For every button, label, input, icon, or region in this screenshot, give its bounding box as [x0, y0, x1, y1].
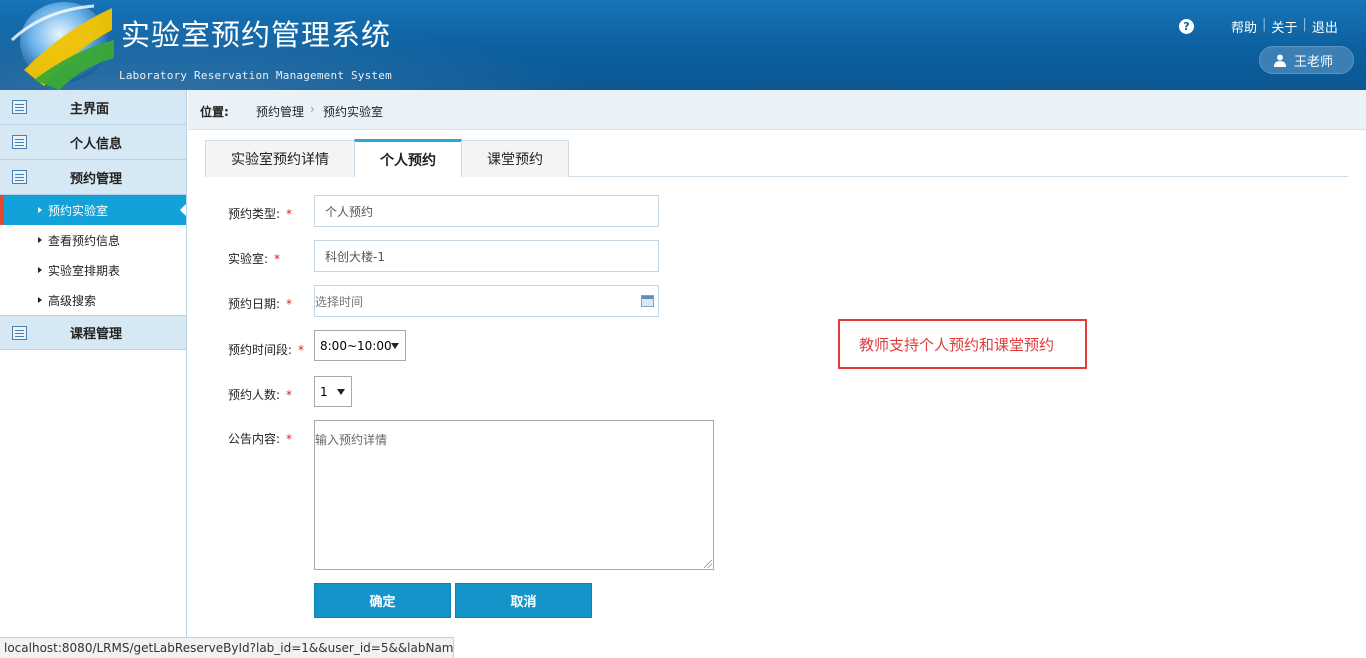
sidebar-subitem-label: 高级搜索: [48, 293, 97, 308]
reservation-type-field[interactable]: 个人预约: [314, 195, 659, 227]
list-icon: [12, 135, 27, 149]
user-menu-button[interactable]: 王老师: [1259, 46, 1354, 74]
time-slot-select[interactable]: 8:00~10:00: [314, 330, 406, 361]
sidebar-item-reservation[interactable]: 预约管理: [0, 160, 186, 195]
resize-handle-icon[interactable]: [704, 560, 712, 568]
chevron-down-icon: [337, 389, 345, 395]
tab-class-reservation[interactable]: 课堂预约: [461, 140, 569, 177]
lab-field[interactable]: 科创大楼-1: [314, 240, 659, 272]
globe-logo-icon: [10, 2, 114, 90]
top-links: 帮助 | 关于 | 退出: [1226, 17, 1343, 36]
sidebar-item-label: 主界面: [70, 101, 110, 117]
date-placeholder: 选择时间: [315, 294, 364, 309]
breadcrumb-item[interactable]: 预约实验室: [323, 103, 383, 120]
annotation-callout: 教师支持个人预约和课堂预约: [838, 319, 1087, 369]
help-link[interactable]: 帮助: [1226, 17, 1262, 36]
sidebar-subitem-view-reservations[interactable]: 查看预约信息: [0, 225, 186, 255]
list-icon: [12, 326, 27, 340]
headcount-value: 1: [320, 384, 328, 399]
sidebar-subitem-advanced-search[interactable]: 高级搜索: [0, 285, 186, 315]
calendar-icon[interactable]: [641, 295, 654, 307]
sidebar-subitem-label: 预约实验室: [48, 203, 109, 218]
breadcrumb-location-label: 位置:: [200, 105, 229, 119]
user-name: 王老师: [1294, 54, 1334, 70]
caret-right-icon: [38, 297, 42, 303]
list-icon: [12, 100, 27, 114]
tab-bar: 实验室预约详情 个人预约 课堂预约: [205, 139, 1348, 177]
lab-label: 实验室: *: [228, 252, 281, 266]
tab-personal-reservation[interactable]: 个人预约: [354, 139, 462, 177]
sidebar-item-label: 个人信息: [70, 136, 123, 152]
headcount-label: 预约人数: *: [228, 388, 293, 402]
reservation-date-input[interactable]: 选择时间: [314, 285, 659, 317]
user-icon: [1274, 54, 1286, 67]
chevron-down-icon: [391, 343, 399, 349]
caret-right-icon: [38, 237, 42, 243]
help-icon[interactable]: ?: [1179, 19, 1194, 34]
breadcrumb: 位置: 预约管理 › 预约实验室: [188, 90, 1366, 130]
notice-content-label: 公告内容: *: [228, 432, 293, 446]
app-title: 实验室预约管理系统: [121, 18, 392, 52]
textarea-placeholder: 输入预约详情: [315, 433, 388, 447]
breadcrumb-item[interactable]: 预约管理: [256, 103, 304, 120]
sidebar-subitem-reserve-lab[interactable]: 预约实验室: [0, 195, 186, 225]
about-link[interactable]: 关于: [1266, 17, 1302, 36]
sidebar-item-courses[interactable]: 课程管理: [0, 315, 186, 350]
notice-content-textarea[interactable]: 输入预约详情: [314, 420, 714, 570]
sidebar-item-label: 预约管理: [70, 171, 123, 187]
sidebar-subitem-label: 查看预约信息: [48, 233, 121, 248]
logout-link[interactable]: 退出: [1307, 17, 1343, 36]
tab-lab-reservation-details[interactable]: 实验室预约详情: [205, 140, 355, 177]
cancel-button[interactable]: 取消: [455, 583, 592, 618]
caret-right-icon: [38, 267, 42, 273]
sidebar-item-profile[interactable]: 个人信息: [0, 125, 186, 160]
browser-status-bar: localhost:8080/LRMS/getLabReserveById?la…: [0, 637, 454, 658]
sidebar-item-home[interactable]: 主界面: [0, 90, 186, 125]
time-slot-value: 8:00~10:00: [320, 338, 392, 353]
caret-right-icon: [38, 207, 42, 213]
confirm-button[interactable]: 确定: [314, 583, 451, 618]
headcount-select[interactable]: 1: [314, 376, 352, 407]
time-slot-label: 预约时间段: *: [228, 343, 305, 357]
reservation-type-label: 预约类型: *: [228, 207, 293, 221]
list-icon: [12, 170, 27, 184]
breadcrumb-separator: ›: [310, 102, 315, 116]
sidebar-item-label: 课程管理: [70, 327, 123, 342]
reservation-date-label: 预约日期: *: [228, 297, 293, 311]
app-subtitle: Laboratory Reservation Management System: [119, 69, 392, 82]
sidebar-subitem-lab-schedule[interactable]: 实验室排期表: [0, 255, 186, 285]
sidebar: 主界面 个人信息 预约管理 预约实验室 查看预约信息 实验室排期表 高级搜索 课…: [0, 90, 187, 658]
sidebar-subitem-label: 实验室排期表: [48, 263, 121, 278]
app-header: 实验室预约管理系统 Laboratory Reservation Managem…: [0, 0, 1366, 90]
